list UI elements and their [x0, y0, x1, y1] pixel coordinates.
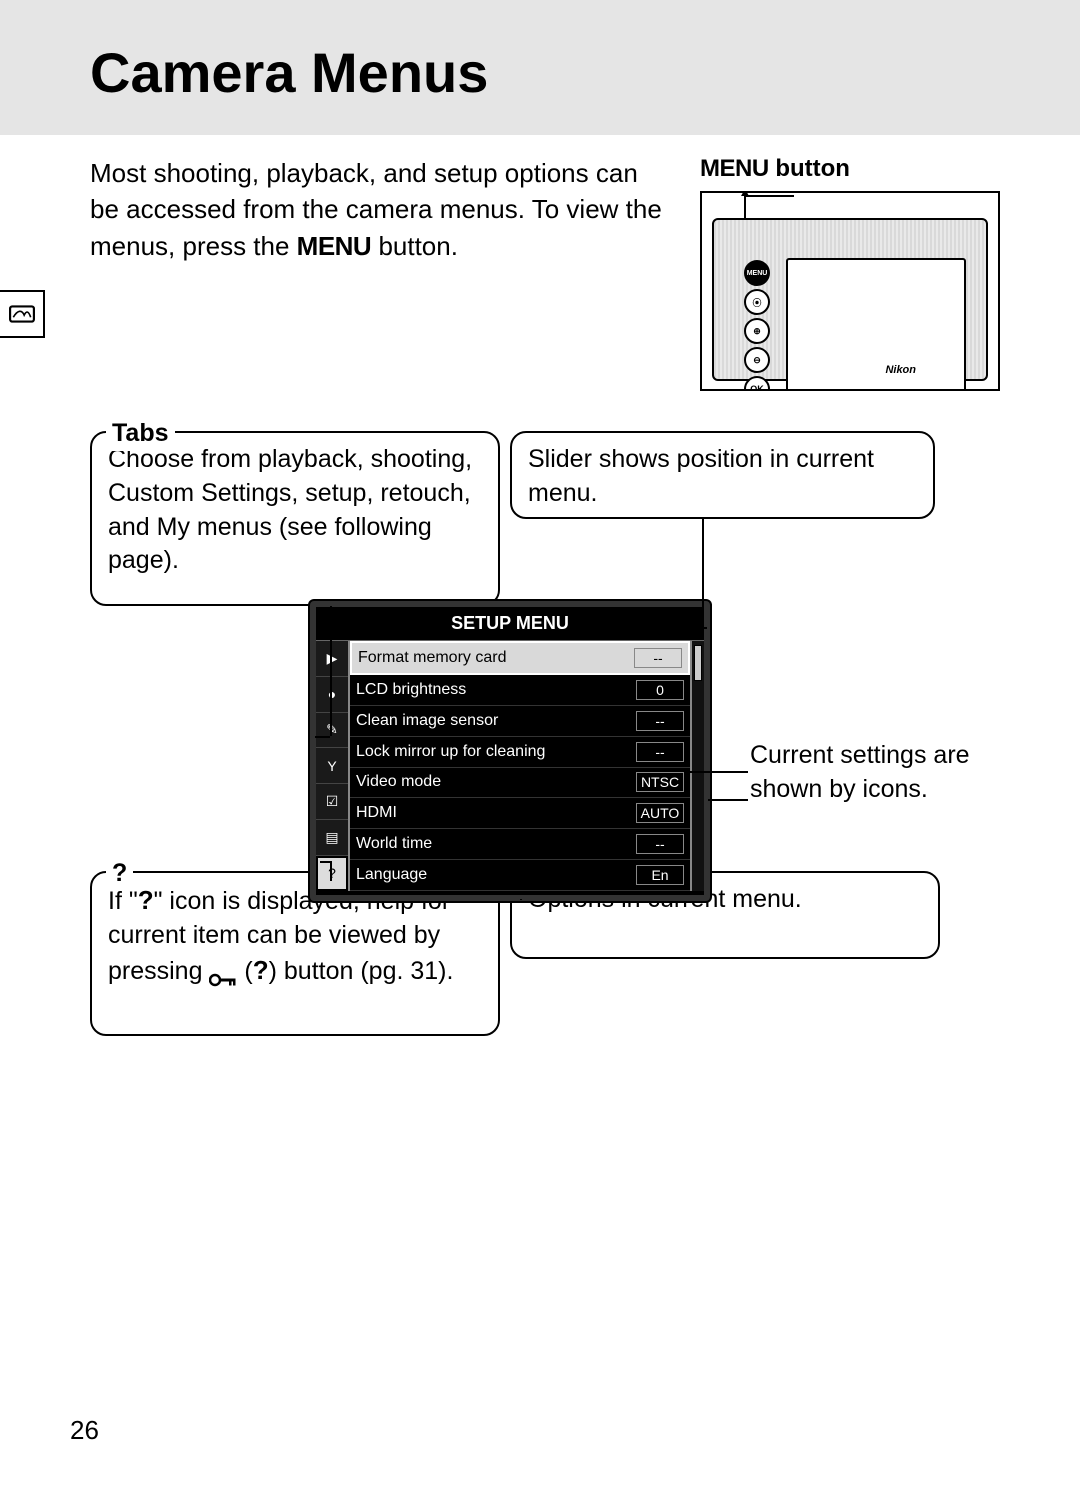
lcd-tab-strip: ▶●✎Y☑▤? [316, 641, 350, 891]
lcd-option-row: LanguageEn [350, 860, 690, 891]
lcd-tab-icon: ● [316, 677, 348, 713]
camera-button-icon: ⦿ [744, 289, 770, 315]
lcd-tab-icon: ☑ [316, 784, 348, 820]
camera-button-icon: ⊖ [744, 347, 770, 373]
camera-button-icon: ⊕ [744, 318, 770, 344]
page-number: 26 [70, 1415, 99, 1446]
lcd-option-row: Format memory card-- [350, 641, 690, 675]
lcd-option-list: Format memory card--LCD brightness0Clean… [350, 641, 690, 891]
lcd-option-row: World time-- [350, 829, 690, 860]
lcd-option-row: Video modeNTSC [350, 768, 690, 799]
callout-slider: Slider shows position in current menu. [510, 431, 935, 519]
camera-diagram: Nikon MENU⦿⊕⊖OK [700, 191, 1000, 391]
lcd-option-row: HDMIAUTO [350, 798, 690, 829]
menu-button-label: MENU button [700, 155, 1020, 183]
lcd-option-row: LCD brightness0 [350, 675, 690, 706]
lcd-setup-menu: SETUP MENU ▶●✎Y☑▤? Format memory card--L… [310, 601, 710, 901]
lcd-title: SETUP MENU [316, 607, 704, 641]
lcd-tab-icon: Y [316, 748, 348, 784]
intro-paragraph: Most shooting, playback, and setup optio… [90, 155, 670, 264]
lcd-tab-icon: ▤ [316, 820, 348, 856]
lcd-option-row: Lock mirror up for cleaning-- [350, 737, 690, 768]
callout-tabs: Tabs Choose from playback, shooting, Cus… [90, 431, 500, 606]
lcd-scrollbar [690, 641, 704, 891]
page-title: Camera Menus [90, 40, 1020, 105]
menu-button-icon: MENU [744, 260, 770, 286]
lcd-tab-icon: ▶ [316, 641, 348, 677]
key-icon [209, 964, 237, 980]
camera-button-icon: OK [744, 376, 770, 391]
callout-current-settings: Current settings are shown by icons. [750, 739, 980, 807]
camera-button-stack: MENU ⦿ ⊕ ⊖ OK [744, 260, 770, 391]
lcd-option-row: Clean image sensor-- [350, 706, 690, 737]
lcd-tab-icon: ✎ [316, 713, 348, 749]
